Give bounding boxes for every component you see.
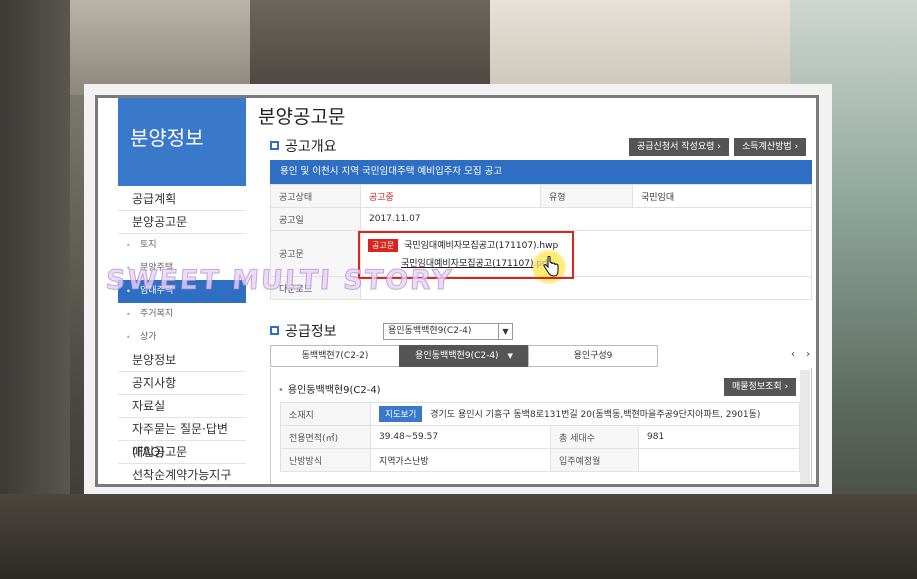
page-title: 분양공고문: [258, 106, 346, 128]
chevron-right-icon: ›: [784, 382, 789, 392]
guide-button-label: 공급신청서 작성요령: [637, 142, 715, 152]
households-value: 981: [638, 425, 800, 449]
complex-info-table: 소재지 지도보기 경기도 용인시 기흥구 동백8로131번길 20(동백동,백현마…: [280, 402, 800, 472]
type-value: 국민임대: [632, 184, 812, 208]
square-bullet-icon: [270, 141, 279, 150]
overview-title-text: 공고개요: [285, 139, 337, 155]
date-label: 공고일: [270, 207, 361, 231]
move-in-value: [638, 448, 800, 472]
sidebar-sub-welfare[interactable]: 주거복지: [118, 303, 246, 326]
sidebar-sub-shops[interactable]: 상가: [118, 326, 246, 349]
building-left-mid: [70, 0, 250, 95]
ground: [0, 494, 917, 579]
complex-tabs: 동백백현7(C2-2) 용인동백백현9(C2-4) ▼ 용인구성9: [270, 345, 658, 367]
sidebar-item-library[interactable]: 자료실: [118, 395, 246, 418]
chevron-down-icon: ▼: [498, 324, 512, 339]
square-bullet-icon: [270, 326, 279, 335]
chevron-right-icon: ›: [794, 142, 799, 152]
sidebar-item-supply-plan[interactable]: 공급계획: [118, 188, 246, 211]
date-value: 2017.11.07: [360, 207, 812, 231]
guide-button[interactable]: 공급신청서 작성요령 ›: [629, 138, 729, 156]
sidebar-heading: 분양정보: [118, 98, 246, 186]
complex-title-text: 용인동백백현9(C2-4): [287, 385, 381, 396]
sidebar-item-announcement[interactable]: 분양공고문: [118, 211, 246, 234]
status-value: 공고중: [360, 184, 541, 208]
map-view-button[interactable]: 지도보기: [379, 406, 423, 422]
webpage-panel: 분양정보 공급계획 분양공고문 토지 분양주택 임대주택 주거복지 상가 분양정…: [95, 95, 819, 487]
area-label: 전용면적(㎡): [280, 425, 371, 449]
sky: [490, 0, 790, 84]
watermark-logo: SWEET MULTI STORY: [104, 265, 455, 297]
sales-info-button-label: 매물정보조회: [732, 382, 782, 392]
location-value: 경기도 용인시 기흥구 동백8로131번길 20(동백동,백현마을주공9단지아파…: [430, 410, 761, 420]
tab-guseong9[interactable]: 용인구성9: [528, 345, 658, 367]
notice-title-bar: 용인 및 이천시 지역 국민임대주택 예비입주자 모집 공고: [270, 160, 812, 184]
sidebar-item-sale-info[interactable]: 분양정보: [118, 349, 246, 372]
sidebar-item-purchase-notice[interactable]: 매입공고문: [118, 441, 246, 464]
sidebar-sub-land[interactable]: 토지: [118, 234, 246, 257]
building-center: [250, 0, 490, 84]
chevron-right-icon: ›: [717, 142, 721, 152]
area-value: 39.48~59.57: [370, 425, 551, 449]
households-label: 총 세대수: [550, 425, 639, 449]
overview-section-title: 공고개요: [270, 136, 337, 156]
heating-label: 난방방식: [280, 448, 371, 472]
location-label: 소재지: [280, 402, 371, 426]
supply-title-text: 공급정보: [285, 324, 337, 340]
tab-dongbaek7[interactable]: 동백백현7(C2-2): [270, 345, 400, 367]
income-calc-button[interactable]: 소득계산방법 ›: [734, 138, 807, 156]
sidebar-item-notice[interactable]: 공지사항: [118, 372, 246, 395]
complex-title: • 용인동백백현9(C2-4): [278, 381, 381, 396]
tab-dongbaek9-label: 용인동백백현9(C2-4): [415, 351, 499, 361]
income-button-label: 소득계산방법: [742, 142, 792, 152]
building-left: [0, 0, 70, 579]
move-in-label: 입주예정월: [550, 448, 639, 472]
supply-section-title: 공급정보: [270, 321, 337, 341]
complex-select-value: 용인동백백현9(C2-4): [388, 326, 472, 336]
status-label: 공고상태: [270, 184, 361, 208]
tab-nav-arrows[interactable]: ‹ ›: [791, 349, 814, 360]
location-cell: 지도보기 경기도 용인시 기흥구 동백8로131번길 20(동백동,백현마을주공9…: [370, 402, 800, 426]
tab-dongbaek9[interactable]: 용인동백백현9(C2-4) ▼: [399, 345, 529, 367]
complex-select[interactable]: 용인동백백현9(C2-4) ▼: [383, 323, 513, 340]
caret-down-icon: ▼: [507, 352, 513, 360]
heating-value: 지역가스난방: [370, 448, 551, 472]
sidebar-item-faq[interactable]: 자주묻는 질문·답변(FAQ): [118, 418, 246, 459]
sales-info-button[interactable]: 매물정보조회 ›: [724, 378, 797, 396]
scrollbar[interactable]: [800, 370, 810, 484]
sidebar-item-first-come[interactable]: 선착순계약가능지구: [118, 464, 246, 484]
bullet-icon: •: [278, 385, 284, 396]
type-label: 유형: [540, 184, 633, 208]
